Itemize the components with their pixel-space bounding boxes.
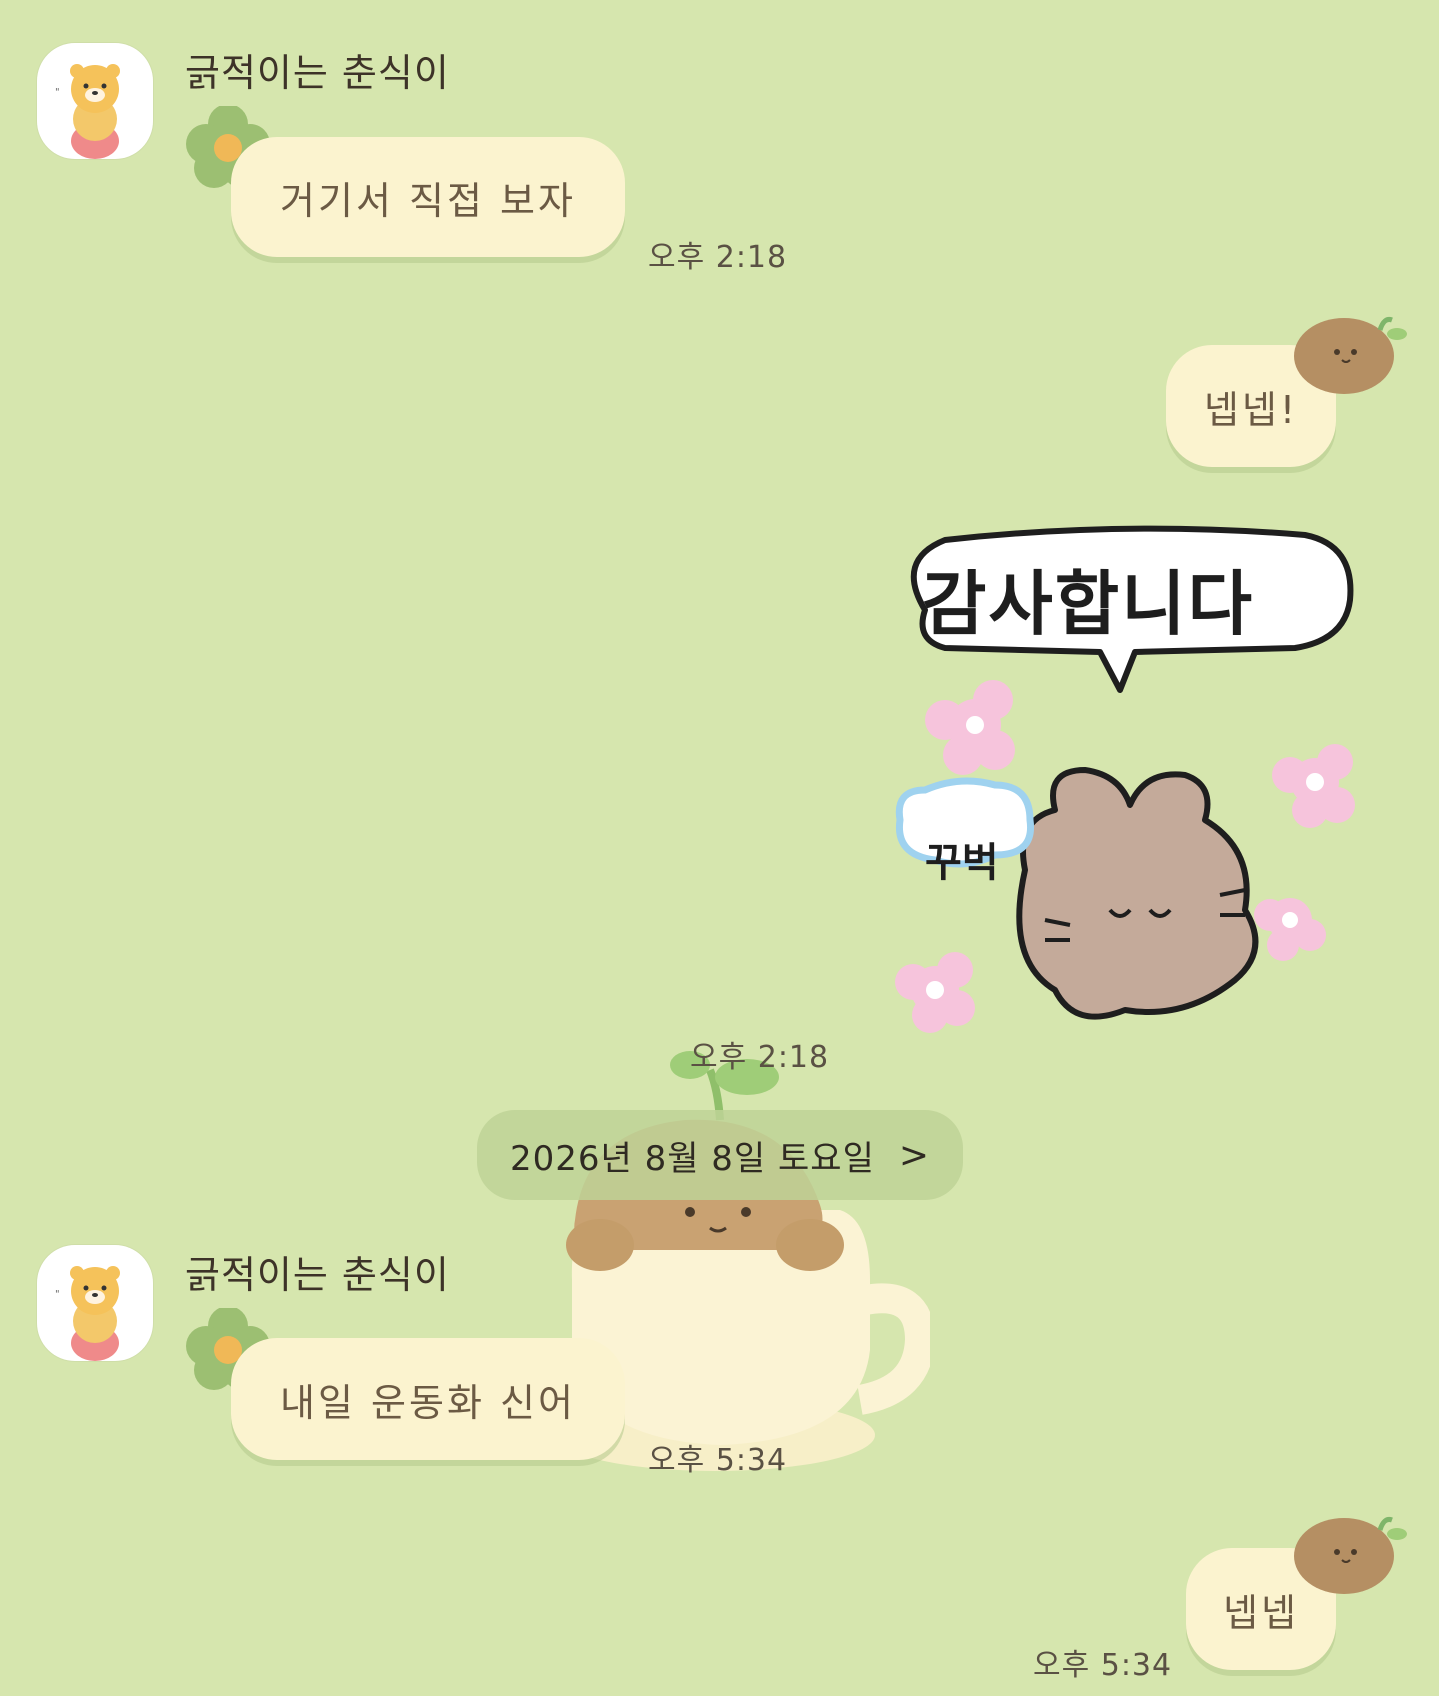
chevron-right-icon: > (898, 1134, 931, 1176)
avatar[interactable]: " (37, 1245, 153, 1361)
message-text: 거기서 직접 보자 (280, 178, 576, 223)
sender-name: 긁적이는 춘식이 (185, 1253, 450, 1297)
chunsik-avatar-icon: " (55, 64, 120, 159)
message-bubble[interactable]: 거기서 직접 보자 (231, 137, 625, 257)
date-divider[interactable]: 2026년 8월 8일 토요일 > (477, 1110, 963, 1200)
chunsik-avatar-icon: " (55, 1266, 120, 1361)
svg-text:": " (55, 1289, 60, 1300)
message-bubble[interactable]: 내일 운동화 신어 (231, 1338, 625, 1460)
message-time: 오후 2:18 (648, 240, 788, 275)
sender-name: 긁적이는 춘식이 (185, 51, 450, 95)
avatar[interactable]: " (37, 43, 153, 159)
message-text: 넵넵! (1203, 387, 1299, 432)
svg-text:": " (55, 87, 60, 98)
message-text: 내일 운동화 신어 (280, 1380, 576, 1425)
message-time: 오후 2:18 (690, 1040, 830, 1075)
message-time: 오후 5:34 (1033, 1648, 1173, 1683)
chestnut-decoration-icon (1292, 1512, 1410, 1596)
message-time: 오후 5:34 (648, 1443, 788, 1478)
sticker-main-text: 감사합니다 (922, 563, 1254, 645)
date-label: 2026년 8월 8일 토요일 (509, 1138, 875, 1179)
message-text: 넵넵 (1223, 1590, 1299, 1635)
chestnut-decoration-icon (1292, 312, 1410, 396)
sticker-side-text: 꾸벅 (925, 840, 999, 886)
